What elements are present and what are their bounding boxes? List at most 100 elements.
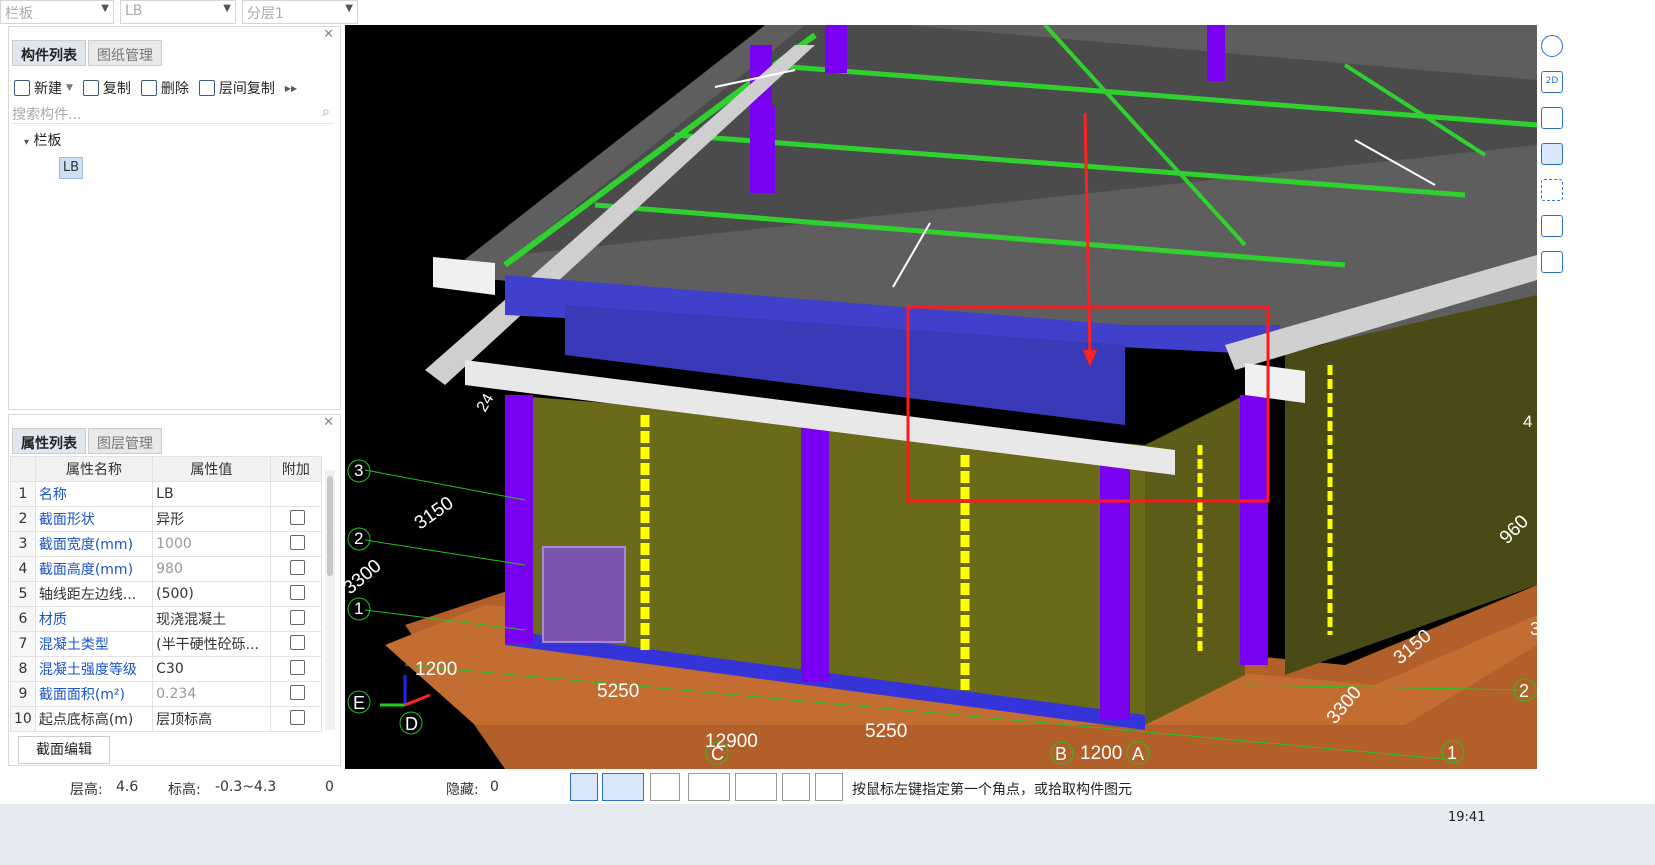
extra-checkbox[interactable]	[289, 684, 305, 700]
new-button[interactable]: 新建 ▼	[14, 78, 73, 98]
component-type-dropdown[interactable]: 栏板 ▼	[0, 0, 114, 24]
trash-icon	[140, 80, 157, 96]
floor-copy-button[interactable]: 层间复制	[198, 78, 275, 98]
close-icon[interactable]: ✕	[323, 415, 334, 430]
component-name-value: LB	[125, 3, 143, 19]
tab-layer-management[interactable]: 图层管理	[88, 428, 162, 454]
extra-checkbox[interactable]	[289, 509, 305, 525]
taskbar: 19:41	[0, 804, 1655, 865]
expand-icon[interactable]: ▾	[24, 137, 29, 148]
close-icon[interactable]: ✕	[323, 27, 334, 42]
3d-model-render[interactable]: 3 2 1 3150 3300 1200 5250 12900 5250 120…	[345, 25, 1537, 769]
property-value[interactable]: 异形	[152, 506, 271, 532]
angle-toggle-button[interactable]	[688, 773, 730, 801]
property-name: 轴线距左边线...	[34, 581, 154, 607]
3d-viewport[interactable]: 3 2 1 3150 3300 1200 5250 12900 5250 120…	[345, 25, 1537, 769]
orbit-icon[interactable]	[1541, 35, 1563, 57]
property-value[interactable]: 0.234	[152, 681, 271, 707]
cube-view-icon[interactable]	[1541, 107, 1563, 129]
property-name: 材质	[34, 606, 154, 632]
delete-button[interactable]: 删除	[140, 78, 189, 98]
property-value[interactable]: (500)	[152, 581, 271, 607]
chevron-down-icon: ▼	[223, 3, 231, 14]
extra-cell	[269, 481, 323, 507]
table-row[interactable]: 6 材质 现浇混凝土	[10, 606, 323, 632]
section-edit-button[interactable]: 截面编辑	[18, 736, 110, 764]
tab-component-list[interactable]: 构件列表	[12, 40, 86, 66]
dimension-3150-left: 3150	[411, 493, 458, 534]
table-row[interactable]: 3 截面宽度(mm) 1000	[10, 531, 323, 557]
axis-label-4: 4	[1523, 412, 1532, 431]
property-value[interactable]: 980	[152, 556, 271, 582]
elevation-value: -0.3~4.3	[215, 779, 277, 795]
extra-cell	[269, 556, 323, 582]
table-row[interactable]: 7 混凝土类型 (半干硬性砼砾...	[10, 631, 323, 657]
property-table-header: 属性名称 属性值 附加	[10, 456, 323, 482]
view-toolbar: 2D	[1537, 25, 1567, 325]
extra-checkbox[interactable]	[289, 534, 305, 550]
column-top	[825, 25, 847, 73]
layer-dropdown[interactable]: 分层1 ▼	[242, 0, 358, 24]
scrollbar-thumb[interactable]	[327, 476, 333, 576]
extra-checkbox[interactable]	[289, 609, 305, 625]
search-placeholder: 搜索构件...	[12, 107, 82, 123]
property-value[interactable]: (半干硬性砼砾...	[152, 631, 271, 657]
property-value[interactable]: 1000	[152, 531, 271, 557]
table-row[interactable]: 4 截面高度(mm) 980	[10, 556, 323, 582]
layer-settings-icon[interactable]	[1541, 251, 1563, 273]
table-row[interactable]: 5 轴线距左边线... (500)	[10, 581, 323, 607]
polyline-button[interactable]	[815, 773, 843, 801]
property-scrollbar[interactable]	[325, 470, 335, 730]
solid-view-icon[interactable]	[1541, 143, 1563, 165]
isometric-icon[interactable]	[1541, 215, 1563, 237]
more-icon[interactable]: ▸▸	[285, 81, 297, 95]
fit-view-icon[interactable]	[1541, 179, 1563, 201]
dynamic-input-button[interactable]	[735, 773, 777, 801]
window	[542, 546, 626, 643]
table-row[interactable]: 2 截面形状 异形	[10, 506, 323, 532]
table-row[interactable]: 9 截面面积(m²) 0.234	[10, 681, 323, 707]
component-name-dropdown[interactable]: LB ▼	[120, 0, 236, 24]
property-table-body: 1 名称 LB 2 截面形状 异形 3 截面宽度(mm) 1000 4 截面高度(mm) 980 5 轴线…	[10, 481, 323, 732]
ortho-toggle-button[interactable]	[570, 773, 598, 801]
component-search-input[interactable]: 搜索构件... ⌕	[12, 104, 334, 124]
display-settings-button[interactable]	[782, 773, 810, 801]
table-row[interactable]: 8 混凝土强度等级 C30	[10, 656, 323, 682]
axis-label-1-left: 1	[354, 599, 363, 618]
property-name: 截面高度(mm)	[34, 556, 154, 582]
copy-button[interactable]: 复制	[82, 78, 131, 98]
extra-checkbox[interactable]	[289, 634, 305, 650]
extra-cell	[269, 631, 323, 657]
delete-button-label: 删除	[160, 81, 189, 97]
cross-toggle-button[interactable]	[650, 773, 680, 801]
floor-height-label: 层高:	[70, 782, 103, 798]
extra-checkbox[interactable]	[289, 659, 305, 675]
extra-checkbox[interactable]	[289, 584, 305, 600]
row-index: 10	[10, 706, 36, 732]
axis-label-c: C	[711, 744, 724, 764]
row-index: 5	[10, 581, 36, 607]
property-value[interactable]: 现浇混凝土	[152, 606, 271, 632]
table-row[interactable]: 1 名称 LB	[10, 481, 323, 507]
tree-root-label[interactable]: 栏板	[33, 133, 61, 149]
view-2d-button[interactable]: 2D	[1541, 71, 1563, 93]
dimension-5250-b: 5250	[865, 721, 907, 742]
extra-checkbox[interactable]	[289, 559, 305, 575]
column	[1100, 445, 1130, 720]
floor-height-value: 4.6	[116, 779, 139, 795]
column-top	[750, 105, 775, 193]
table-row[interactable]: 10 起点底标高(m) 层顶标高	[10, 706, 323, 732]
extra-checkbox[interactable]	[289, 709, 305, 725]
property-value[interactable]: C30	[152, 656, 271, 682]
axis-label-2-left: 2	[354, 529, 363, 548]
property-value[interactable]: LB	[152, 481, 271, 507]
tab-property-list[interactable]: 属性列表	[12, 428, 86, 454]
property-value[interactable]: 层顶标高	[152, 706, 271, 732]
tab-drawing-management[interactable]: 图纸管理	[88, 40, 162, 66]
extra-cell	[269, 506, 323, 532]
extra-cell	[269, 706, 323, 732]
snap-toggle-button[interactable]	[602, 773, 644, 801]
property-panel-tabs: 属性列表 图层管理	[12, 428, 164, 454]
tree-item-lb[interactable]: LB	[59, 157, 83, 179]
axis-label-3-left: 3	[354, 461, 363, 480]
